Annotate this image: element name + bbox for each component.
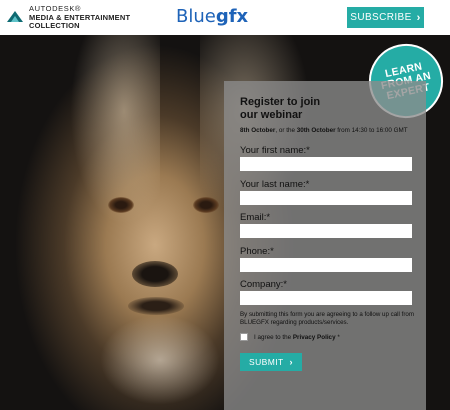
company-label: Company:* xyxy=(240,279,287,290)
webinar-dates: 8th October, or the 30th October from 14… xyxy=(240,127,440,134)
subscribe-button[interactable]: SUBSCRIBE › xyxy=(347,7,424,28)
first-name-label: Your first name:* xyxy=(240,145,310,156)
chevron-right-icon: › xyxy=(289,357,293,367)
agree-suffix: * xyxy=(335,333,340,341)
submit-label: SUBMIT xyxy=(249,357,284,367)
form-title: Register to join our webinar xyxy=(240,96,400,122)
company-input[interactable] xyxy=(240,291,412,305)
email-label: Email:* xyxy=(240,212,271,223)
first-name-input[interactable] xyxy=(240,157,412,171)
chevron-right-icon: › xyxy=(416,11,421,24)
hero-eye-right xyxy=(193,197,219,213)
autodesk-mark-icon xyxy=(7,11,23,22)
phone-label: Phone:* xyxy=(240,246,274,257)
subscribe-label: SUBSCRIBE xyxy=(350,12,412,23)
hero-chin xyxy=(100,315,220,405)
email-input[interactable] xyxy=(240,224,412,238)
autodesk-wordmark: AUTODESK® MEDIA & ENTERTAINMENT COLLECTI… xyxy=(29,4,130,31)
date-second: 30th October xyxy=(296,127,336,134)
site-header: AUTODESK® MEDIA & ENTERTAINMENT COLLECTI… xyxy=(0,0,450,35)
privacy-policy-link[interactable]: Privacy Policy xyxy=(293,334,336,341)
consent-text: By submitting this form you are agreeing… xyxy=(240,311,415,326)
registration-form: Register to join our webinar 8th October… xyxy=(224,81,426,410)
autodesk-line3: COLLECTION xyxy=(29,21,80,30)
privacy-checkbox[interactable] xyxy=(240,333,248,341)
bluegfx-logo[interactable]: Bluegfx xyxy=(176,6,248,27)
form-title-line1: Register to join xyxy=(240,96,321,108)
hero-nose xyxy=(132,261,178,287)
privacy-agree-row: I agree to the Privacy Policy * xyxy=(240,333,340,341)
brand-part1: Blue xyxy=(176,6,216,27)
date-first: 8th October xyxy=(240,127,276,134)
hero-eye-left xyxy=(108,197,134,213)
privacy-agree-text: I agree to the Privacy Policy * xyxy=(254,334,340,341)
hero-fur-left xyxy=(70,35,160,225)
submit-button[interactable]: SUBMIT › xyxy=(240,353,302,371)
form-title-line2: our webinar xyxy=(240,109,303,121)
brand-part2: gfx xyxy=(215,6,249,27)
autodesk-logo[interactable]: AUTODESK® MEDIA & ENTERTAINMENT COLLECTI… xyxy=(5,4,135,31)
date-rest: from 14:30 to 16:00 GMT xyxy=(335,127,408,134)
hero-mouth xyxy=(128,297,184,315)
last-name-label: Your last name:* xyxy=(240,179,310,190)
last-name-input[interactable] xyxy=(240,191,412,205)
phone-input[interactable] xyxy=(240,258,412,272)
date-mid: , or the xyxy=(275,127,297,134)
agree-prefix: I agree to the xyxy=(254,333,293,341)
